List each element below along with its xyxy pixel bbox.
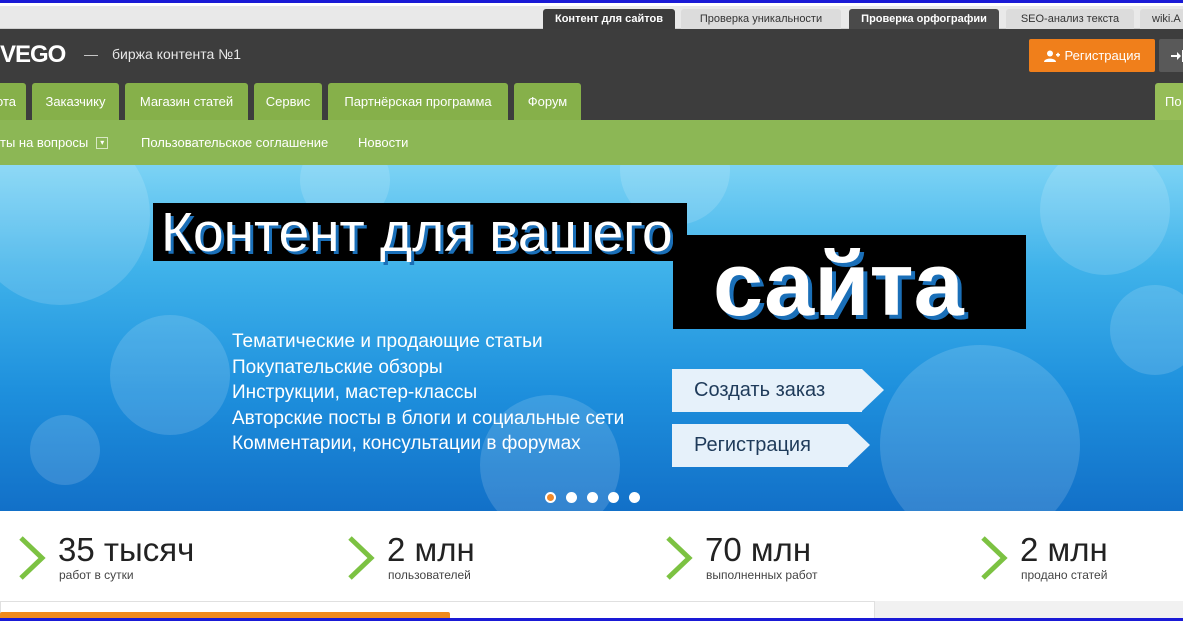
hero-headline-line2: сайта xyxy=(673,235,1026,335)
main-nav: ота Заказчику Магазин статей Сервис Парт… xyxy=(0,83,1183,120)
decor-bubble xyxy=(1040,165,1170,275)
slider-dots xyxy=(545,492,640,503)
service-tab-seo[interactable]: SEO-анализ текста xyxy=(1006,9,1134,29)
nav-tab-user[interactable]: По xyxy=(1155,83,1183,120)
register-button-label: Регистрация xyxy=(1064,48,1141,63)
decor-bubble xyxy=(0,165,150,305)
slider-dot[interactable] xyxy=(587,492,598,503)
create-order-button[interactable]: Создать заказ xyxy=(672,369,884,412)
stat-value: 70 млн xyxy=(705,531,812,568)
orange-panel-header xyxy=(0,612,450,618)
stat-item: 35 тысяч работ в сутки xyxy=(18,511,318,601)
decor-bubble xyxy=(1110,285,1183,375)
stat-item: 70 млн выполненных работ xyxy=(665,511,965,601)
hero-banner: Контент для вашего сайта Тематические и … xyxy=(0,165,1183,511)
decor-bubble xyxy=(110,315,230,435)
stat-label: пользователей xyxy=(388,568,471,582)
service-tab-spelling[interactable]: Проверка орфографии xyxy=(849,9,999,29)
chevron-right-icon xyxy=(348,536,375,580)
sign-in-icon xyxy=(1171,49,1183,62)
logo-separator: — xyxy=(84,46,98,62)
service-tab-content[interactable]: Контент для сайтов xyxy=(543,9,675,29)
hero-feature-item: Покупательские обзоры xyxy=(232,356,443,378)
hero-feature-item: Инструкции, мастер-классы xyxy=(232,382,478,403)
nav-tab-partner-program[interactable]: Партнёрская программа xyxy=(328,83,508,120)
hero-register-button[interactable]: Регистрация xyxy=(672,424,870,467)
stat-item: 2 млн продано статей xyxy=(980,511,1180,601)
chevron-right-icon xyxy=(19,536,46,580)
chevron-right-icon xyxy=(666,536,693,580)
subnav-item-faq-label: ты на вопросы xyxy=(0,135,89,150)
stat-item: 2 млн пользователей xyxy=(347,511,647,601)
nav-tab-customer[interactable]: Заказчику xyxy=(32,83,119,120)
service-tab-uniqueness[interactable]: Проверка уникальности xyxy=(681,9,841,29)
nav-tab-service[interactable]: Сервис xyxy=(254,83,322,120)
stat-label: выполненных работ xyxy=(706,568,818,582)
add-user-icon xyxy=(1043,50,1060,62)
nav-tab-article-shop[interactable]: Магазин статей xyxy=(125,83,248,120)
hero-feature-list: Тематические и продающие статьи Покупате… xyxy=(232,329,624,457)
site-tagline: биржа контента №1 xyxy=(112,46,241,62)
subnav-item-news[interactable]: Новости xyxy=(358,120,408,165)
content-panel xyxy=(0,601,875,618)
register-button[interactable]: Регистрация xyxy=(1029,39,1155,72)
site-logo[interactable]: VEGO xyxy=(0,41,66,69)
subnav-item-faq[interactable]: ты на вопросы ▾ xyxy=(0,120,109,165)
stats-bar: 35 тысяч работ в сутки 2 млн пользовател… xyxy=(0,511,1183,601)
stat-label: работ в сутки xyxy=(59,568,134,582)
stat-value: 2 млн xyxy=(1020,531,1108,568)
hero-feature-item: Тематические и продающие статьи xyxy=(232,331,543,352)
decor-bubble xyxy=(30,415,100,485)
sub-nav: ты на вопросы ▾ Пользовательское соглашен… xyxy=(0,120,1183,165)
slider-dot[interactable] xyxy=(629,492,640,503)
nav-tab-forum[interactable]: Форум xyxy=(514,83,581,120)
slider-dot-active[interactable] xyxy=(545,492,556,503)
login-button[interactable] xyxy=(1159,39,1183,72)
hero-headline-line1: Контент для вашего xyxy=(153,203,687,261)
stat-value: 35 тысяч xyxy=(58,531,195,568)
stat-label: продано статей xyxy=(1021,568,1108,582)
hero-feature-item: Авторские посты в блоги и социальные сет… xyxy=(232,407,625,429)
subnav-item-agreement[interactable]: Пользовательское соглашение xyxy=(141,120,328,165)
hero-feature-item: Комментарии, консультации в форумах xyxy=(232,433,581,454)
dropdown-icon[interactable]: ▾ xyxy=(96,136,109,149)
site-header: VEGO — биржа контента №1 Регистрация xyxy=(0,29,1183,83)
service-tab-wiki[interactable]: wiki.A xyxy=(1140,9,1183,29)
slider-dot[interactable] xyxy=(608,492,619,503)
nav-tab-work[interactable]: ота xyxy=(0,83,26,120)
decor-bubble xyxy=(880,345,1080,511)
service-tabs-bar: Контент для сайтов Проверка уникальности… xyxy=(0,6,1183,29)
slider-dot[interactable] xyxy=(566,492,577,503)
chevron-right-icon xyxy=(981,536,1008,580)
stat-value: 2 млн xyxy=(387,531,475,568)
page-frame: Контент для сайтов Проверка уникальности… xyxy=(0,0,1183,621)
